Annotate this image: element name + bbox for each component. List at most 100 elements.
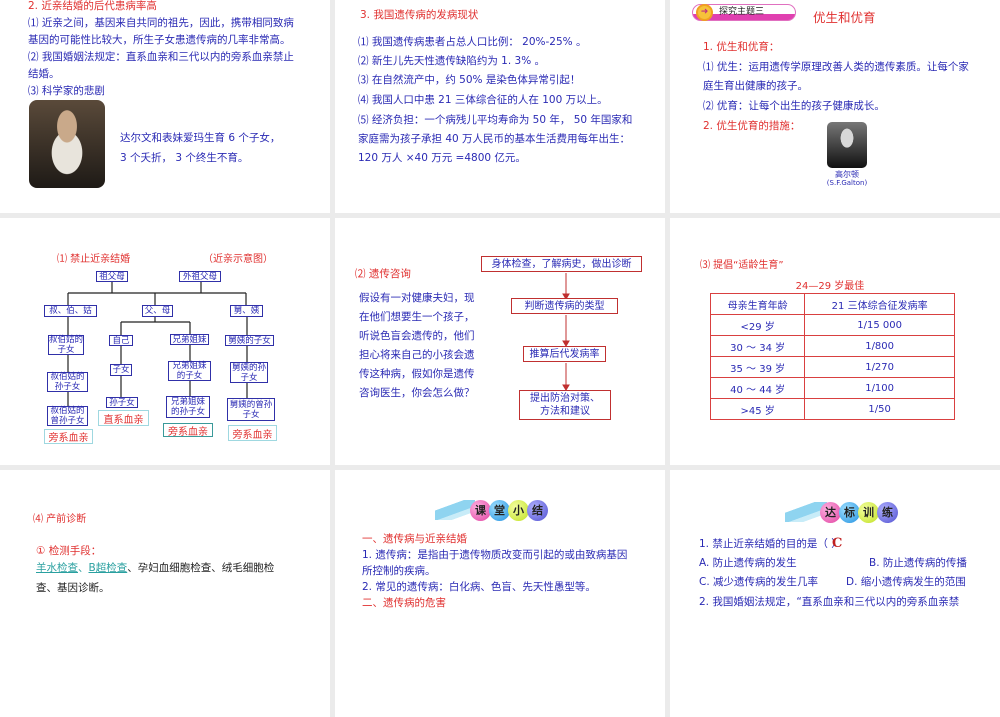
text-line: 基因的可能性比较大，所生子女患遗传病的几率非常高。: [28, 34, 291, 46]
link-ultrasound[interactable]: B超检查: [89, 562, 128, 574]
node-nephews-children: 兄弟姐妹的孙子女: [166, 396, 210, 418]
slide-title: 优生和优育: [813, 10, 876, 25]
question-2: 2. 我国婚姻法规定，“直系血亲和三代以内的旁系血亲禁: [699, 596, 960, 608]
table-row: 30 ～ 34 岁 1/800: [709, 335, 955, 357]
photo-caption-en: (S.F.Galton): [826, 179, 868, 187]
text-line: 羊水检查、B超检查、孕妇血细胞检查、绒毛细胞检: [36, 562, 275, 574]
slide-7[interactable]: ⑷ 产前诊断 ① 检测手段： 羊水检查、B超检查、孕妇血细胞检查、绒毛细胞检 查…: [0, 470, 330, 717]
text-line: 结婚。: [28, 68, 60, 80]
text-line: 120 万人 ×40 万元 =4800 亿元。: [358, 152, 526, 164]
slide-2[interactable]: 3. 我国遗传病的发病现状 ⑴ 我国遗传病患者占总人口比例： 20%-25% 。…: [335, 0, 665, 213]
node-maternal-cousins: 舅姨的子女: [225, 335, 274, 346]
text-line: 家庭需为孩子承担 40 万人民币的基本生活费用每年出生：: [358, 133, 631, 145]
cell: 1/50: [804, 398, 955, 420]
arrow-circle-icon: ➜: [696, 4, 713, 21]
text-line: ⑶ 在自然流产中，约 50% 是染色体异常引起！: [358, 74, 581, 86]
node-maternal-cousins-children: 舅姨的孙子女: [230, 362, 268, 383]
node-maternal-grandparents: 外祖父母: [179, 271, 221, 282]
header-cell: 21 三体综合征发病率: [804, 293, 955, 315]
banner-char: 堂: [489, 499, 510, 521]
book-icon: [435, 500, 475, 520]
cell: 30 ～ 34 岁: [709, 335, 806, 357]
slide-9[interactable]: 达标训练 1. 禁止近亲结婚的目的是（ ） C A. 防止遗传病的发生 B. 防…: [670, 470, 1000, 717]
banner-char: 小: [508, 499, 529, 521]
text-line: ⑶ 科学家的悲剧: [28, 85, 105, 97]
flow-step-1: 身体检查，了解病史，做出诊断: [481, 256, 642, 272]
text-line: 2. 优生优育的措施：: [703, 120, 801, 132]
slide-8[interactable]: 课堂小结 一、遗传病与近亲结婚 1. 遗传病：是指由于遗传物质改变而引起的或由致…: [335, 470, 665, 717]
topic-badge: ➜ 探究主题三: [692, 4, 796, 21]
banner-char: 结: [527, 499, 548, 521]
cell: 1/800: [804, 335, 955, 357]
caption-line: 达尔文和表妹爱玛生育 6 个子女，: [120, 132, 281, 144]
text-line: ⑷ 我国人口中患 21 三体综合征的人在 100 万以上。: [358, 94, 608, 106]
cell: 1/100: [804, 377, 955, 399]
option-b[interactable]: B. 防止遗传病的传播: [869, 554, 967, 572]
node-grandchildren: 孙子女: [106, 397, 138, 408]
practice-banner: 达标训练: [820, 501, 898, 523]
node-maternal-cousins-grandchildren: 舅姨的曾孙子女: [227, 398, 275, 421]
flow-step-4: 提出防治对策、方法和建议: [519, 390, 611, 420]
slide-4[interactable]: ⑴ 禁止近亲结婚 （近亲示意图） 祖父母 外祖父母 叔、伯、姑 父、母 舅、姨 …: [0, 218, 330, 465]
cell: 1/270: [804, 356, 955, 378]
text-line: 庭生育出健康的孩子。: [703, 80, 808, 92]
table-row: 40 ～ 44 岁 1/100: [709, 377, 955, 399]
node-uncles-aunts: 叔、伯、姑: [44, 305, 97, 317]
table-row: 35 ～ 39 岁 1/270: [709, 356, 955, 378]
text-line: ⑴ 优生：运用遗传学原理改善人类的遗传素质。让每个家: [703, 61, 969, 73]
label-collateral: 旁系血亲: [228, 425, 277, 441]
text-line: ⑸ 经济负担：一个病残儿平均寿命为 50 年， 50 年国家和: [358, 114, 633, 126]
incidence-table: 母亲生育年龄 21 三体综合征发病率 <29 岁 1/15 000 30 ～ 34 …: [709, 293, 955, 420]
table-row: <29 岁 1/15 000: [709, 314, 955, 336]
text-line: 查、基因诊断。: [36, 582, 110, 594]
summary-banner: 课堂小结: [470, 499, 548, 521]
flow-step-3: 推算后代发病率: [523, 346, 606, 362]
cell: 35 ～ 39 岁: [709, 356, 806, 378]
node-cousins-grandchildren: 叔伯姑的曾孙子女: [47, 406, 88, 426]
node-cousins: 叔伯姑的子女: [48, 335, 84, 355]
table-header-row: 母亲生育年龄 21 三体综合征发病率: [709, 293, 955, 315]
darwin-portrait: [29, 100, 105, 188]
node-parents: 父、母: [142, 305, 173, 317]
label-collateral: 旁系血亲: [44, 429, 93, 444]
text-line: ⑴ 近亲之间，基因来自共同的祖先，因此，携带相同致病: [28, 17, 294, 29]
option-a[interactable]: A. 防止遗传病的发生: [699, 554, 797, 572]
caption-line: 3 个夭折， 3 个终生不育。: [120, 152, 249, 164]
table-row: >45 岁 1/50: [709, 398, 955, 420]
badge-label: 探究主题三: [719, 7, 765, 17]
node-siblings: 兄弟姐妹: [170, 334, 209, 345]
banner-char: 标: [839, 501, 860, 523]
banner-char: 练: [877, 501, 898, 523]
node-nephews: 兄弟姐妹的子女: [168, 361, 211, 381]
node-self: 自己: [109, 335, 133, 346]
slide-title: ⑶ 提倡“适龄生育”: [700, 260, 784, 271]
slide-6[interactable]: ⑶ 提倡“适龄生育” 24—29 岁最佳 母亲生育年龄 21 三体综合征发病率 <…: [670, 218, 1000, 465]
text-line: 1. 优生和优育：: [703, 41, 780, 53]
text-rest: 、孕妇血细胞检查、绒毛细胞检: [127, 562, 275, 574]
question-1: 1. 禁止近亲结婚的目的是（ ）: [699, 538, 842, 550]
cell: 1/15 000: [804, 314, 955, 336]
cell: >45 岁: [709, 398, 806, 420]
option-c[interactable]: C. 减少遗传病的发生几率: [699, 573, 818, 591]
banner-char: 达: [820, 501, 841, 523]
slide-3[interactable]: ➜ 探究主题三 优生和优育 1. 优生和优育： ⑴ 优生：运用遗传学原理改善人类…: [670, 0, 1000, 213]
slide-1[interactable]: 2. 近亲结婚的后代患病率高 ⑴ 近亲之间，基因来自共同的祖先，因此，携带相同致…: [0, 0, 330, 213]
slide-title: 3. 我国遗传病的发病现状: [360, 9, 479, 21]
flow-step-2: 判断遗传病的类型: [511, 298, 618, 314]
banner-char: 训: [858, 501, 879, 523]
slide-title: 2. 近亲结婚的后代患病率高: [28, 0, 157, 12]
galton-portrait: [827, 122, 867, 168]
cell: 40 ～ 44 岁: [709, 377, 806, 399]
label-collateral: 旁系血亲: [163, 423, 213, 438]
node-children: 子女: [110, 364, 132, 376]
subheading: ① 检测手段：: [36, 545, 102, 557]
text-line: ⑵ 新生儿先天性遗传缺陷约为 1. 3% 。: [358, 55, 546, 67]
slide-5[interactable]: ⑵ 遗传咨询 假设有一对健康夫妇，现 在他们想要生一个孩子， 听说色盲会遗传的，…: [335, 218, 665, 465]
header-cell: 母亲生育年龄: [709, 293, 806, 315]
section-heading: 二、遗传病的危害: [362, 597, 446, 609]
cell: <29 岁: [709, 314, 806, 336]
answer: C: [832, 536, 843, 551]
slide-title: ⑷ 产前诊断: [33, 514, 87, 525]
link-amniocentesis[interactable]: 羊水检查: [36, 562, 78, 574]
option-d[interactable]: D. 缩小遗传病发生的范围: [846, 573, 966, 591]
